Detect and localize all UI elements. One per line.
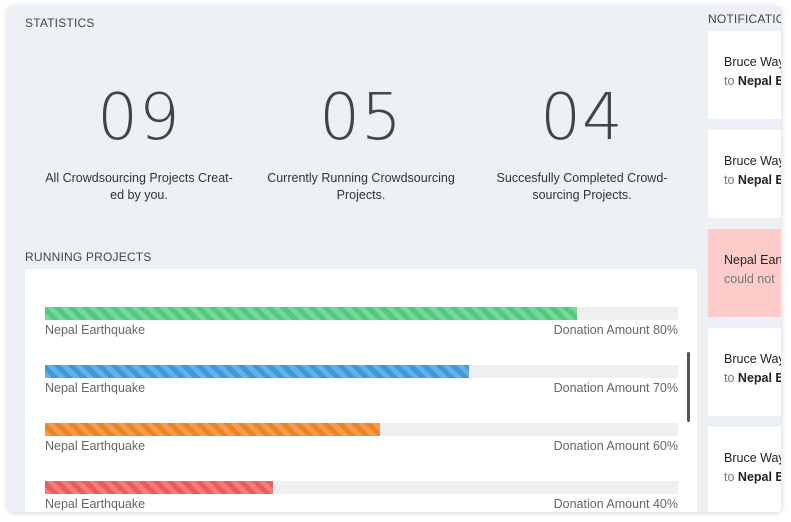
stat-value: 04 <box>540 81 624 155</box>
notification-sender: Nepal Earthquake <box>724 253 781 267</box>
notification-prefix: to <box>724 371 735 385</box>
notification-item[interactable]: Bruce Wayne to Nepal Earthquake <box>708 427 781 512</box>
notification-item[interactable]: Bruce Wayne to Nepal Earthquake <box>708 328 781 416</box>
project-row[interactable]: Nepal Earthquake Donation Amount 70% <box>45 365 678 396</box>
notification-item[interactable]: Bruce Wayne to Nepal Earthquake <box>708 31 781 119</box>
progress-track <box>45 481 678 494</box>
progress-track <box>45 307 678 320</box>
project-row[interactable]: Nepal Earthquake Donation Amount 40% <box>45 481 678 512</box>
notification-item-alert[interactable]: Nepal Earthquake could not <box>708 229 781 317</box>
notification-prefix: could not <box>724 272 775 286</box>
progress-fill <box>45 481 273 494</box>
notification-sender: Bruce Wayne <box>724 352 781 366</box>
notification-detail: to Nepal Earthquake <box>724 74 781 88</box>
stat-projects-running: 05 Currently Running Crowdsourcing Proje… <box>261 86 461 204</box>
project-row[interactable]: Nepal Earthquake Donation Amount 60% <box>45 423 678 454</box>
notification-sender: Bruce Wayne <box>724 154 781 168</box>
notification-prefix: to <box>724 470 735 484</box>
scrollbar-thumb[interactable] <box>687 352 690 422</box>
running-projects-panel: Nepal Earthquake Donation Amount 80% Nep… <box>25 269 697 512</box>
project-name: Nepal Earthquake <box>45 323 146 337</box>
progress-fill <box>45 423 381 436</box>
notifications-title: NOTIFICATIONS <box>708 12 781 26</box>
notification-sender: Bruce Wayne <box>724 55 781 69</box>
statistics-title: STATISTICS <box>25 16 95 30</box>
project-name: Nepal Earthquake <box>45 439 146 453</box>
notification-detail: to Nepal Earthquake <box>724 371 781 385</box>
progress-track <box>45 423 678 436</box>
donation-amount: Donation Amount 40% <box>553 497 678 511</box>
notification-detail: to Nepal Earthquake <box>724 173 781 187</box>
notification-project: Nepal Earthquake <box>737 74 781 88</box>
donation-amount: Donation Amount 70% <box>553 381 678 395</box>
running-projects-title: RUNNING PROJECTS <box>25 250 152 264</box>
notification-detail: could not <box>724 272 781 286</box>
notification-sender: Bruce Wayne <box>724 451 781 465</box>
project-row[interactable]: Nepal Earthquake Donation Amount 80% <box>45 307 678 338</box>
stat-value: 05 <box>319 81 403 155</box>
progress-fill <box>45 307 577 320</box>
notification-item[interactable]: Bruce Wayne to Nepal Earthquake <box>708 130 781 218</box>
stat-value: 09 <box>97 81 181 155</box>
donation-amount: Donation Amount 60% <box>553 439 678 453</box>
notification-prefix: to <box>724 74 735 88</box>
progress-track <box>45 365 678 378</box>
notification-detail: to Nepal Earthquake <box>724 470 781 484</box>
progress-fill <box>45 365 470 378</box>
stat-label: All Crowdsourcing Projects Creat-ed by y… <box>45 171 233 202</box>
project-name: Nepal Earthquake <box>45 497 146 511</box>
notification-project: Nepal Earthquake <box>737 371 781 385</box>
stat-label: Currently Running Crowdsourcing Projects… <box>267 171 455 202</box>
stat-projects-completed: 04 Succesfully Completed Crowd-sourcing … <box>482 86 682 204</box>
notification-project: Nepal Earthquake <box>737 470 781 484</box>
notification-project: Nepal Earthquake <box>737 173 781 187</box>
dashboard-window: STATISTICS 09 All Crowdsourcing Projects… <box>8 6 781 512</box>
stat-label: Succesfully Completed Crowd-sourcing Pro… <box>496 171 668 202</box>
donation-amount: Donation Amount 80% <box>553 323 678 337</box>
notification-prefix: to <box>724 173 735 187</box>
project-name: Nepal Earthquake <box>45 381 146 395</box>
stat-projects-created: 09 All Crowdsourcing Projects Creat-ed b… <box>39 86 239 204</box>
